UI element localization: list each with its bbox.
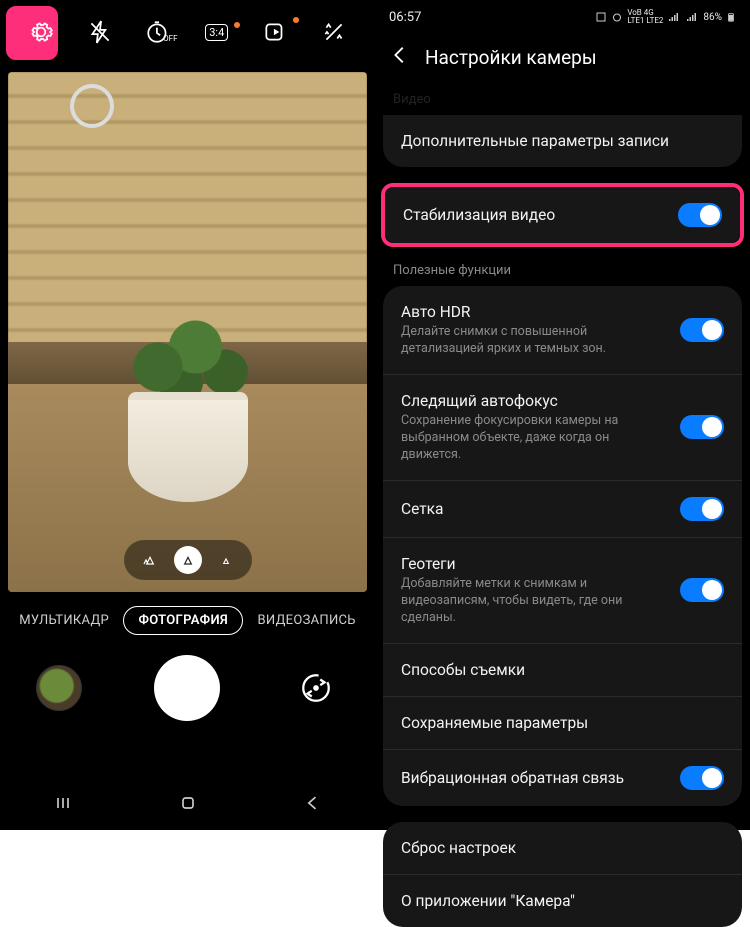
indicator-dot-icon [293,17,299,23]
tree-wide-icon [142,552,158,568]
motion-photo-icon [262,19,288,45]
zoom-standard-button[interactable] [174,546,202,574]
nav-home-button[interactable] [178,793,198,817]
section-useful-label: Полезные функции [375,259,750,286]
row-stabilization[interactable]: Стабилизация видео [385,187,740,243]
zoom-tele-button[interactable] [212,546,240,574]
scene-pot [128,392,248,502]
row-label: Авто HDR [401,302,668,322]
toggle-geotags[interactable] [680,578,724,602]
tree-small-icon [219,553,233,567]
shutter-button[interactable] [154,655,220,721]
zoom-ultrawide-button[interactable] [136,546,164,574]
status-bar: 06:57 VoB 4GLTE1 LTE2 86% [375,0,750,30]
aspect-ratio-button[interactable]: 3:4 [188,24,247,41]
signal-icon [685,11,699,23]
nav-back-button[interactable] [303,793,323,817]
ratio-label: 3:4 [205,24,228,41]
back-icon [303,793,323,813]
camera-settings-screen: 06:57 VoB 4GLTE1 LTE2 86% Настройки каме… [375,0,750,830]
gear-icon [28,19,54,45]
page-title: Настройки камеры [425,46,597,69]
row-label: О приложении "Камера" [401,891,724,911]
row-label: Дополнительные параметры записи [401,131,724,151]
row-label: Сохраняемые параметры [401,713,724,733]
row-label: Следящий автофокус [401,391,668,411]
gallery-thumbnail[interactable] [36,665,82,711]
mode-selector: МУЛЬТИКАДР ФОТОГРАФИЯ ВИДЕОЗАПИСЬ [0,606,375,635]
chevron-left-icon [389,44,411,66]
android-navbar [0,786,375,824]
row-sub: Добавляйте метки к снимкам и видеозапися… [401,576,668,627]
row-shooting-methods[interactable]: Способы съемки [383,643,742,696]
toggle-auto-hdr[interactable] [680,318,724,342]
zoom-selector [124,540,252,580]
battery-icon [726,10,736,24]
settings-button[interactable] [12,19,71,45]
row-sub: Делайте снимки с повышенной детализацией… [401,324,668,358]
stabilization-highlight: Стабилизация видео [381,183,744,247]
nav-recents-button[interactable] [53,793,73,817]
mode-multiframe[interactable]: МУЛЬТИКАДР [11,607,117,634]
row-label: Сетка [401,499,668,519]
row-auto-hdr[interactable]: Авто HDR Делайте снимки с повышенной дет… [383,286,742,374]
row-label: Сброс настроек [401,838,724,858]
mode-photo[interactable]: ФОТОГРАФИЯ [123,606,243,635]
toggle-haptic[interactable] [680,766,724,790]
home-icon [178,793,198,813]
row-about[interactable]: О приложении "Камера" [383,874,742,927]
mode-video[interactable]: ВИДЕОЗАПИСЬ [249,607,363,634]
timer-off-label: OFF [163,34,177,43]
shutter-row [0,655,375,721]
indicator-dot-icon [234,22,240,28]
row-label: Способы съемки [401,660,724,680]
magic-icon [321,19,347,45]
row-haptic[interactable]: Вибрационная обратная связь [383,749,742,806]
status-icons: VoB 4GLTE1 LTE2 86% [595,9,736,25]
alarm-icon [611,11,623,23]
toggle-stabilization[interactable] [678,203,722,227]
switch-camera-button[interactable] [293,665,339,711]
row-geotags[interactable]: Геотеги Добавляйте метки к снимкам и вид… [383,537,742,643]
effects-button[interactable] [305,19,364,45]
notification-icon [595,11,607,23]
settings-header: Настройки камеры [375,30,750,88]
motion-photo-button[interactable] [246,19,305,45]
timer-button[interactable]: OFF [129,19,188,45]
row-tracking-af[interactable]: Следящий автофокус Сохранение фокусировк… [383,374,742,480]
group-video: Дополнительные параметры записи [383,115,742,167]
row-saved-params[interactable]: Сохраняемые параметры [383,696,742,749]
tree-icon [180,552,196,568]
row-grid[interactable]: Сетка [383,480,742,537]
signal-icon [667,11,681,23]
row-label: Стабилизация видео [403,205,666,225]
back-button[interactable] [389,44,411,70]
recents-icon [53,793,73,813]
group-useful: Авто HDR Делайте снимки с повышенной дет… [383,286,742,806]
toggle-grid[interactable] [680,497,724,521]
battery-percent: 86% [703,12,722,23]
row-advanced-recording[interactable]: Дополнительные параметры записи [383,115,742,167]
toggle-tracking-af[interactable] [680,415,724,439]
section-video-label: Видео [375,88,750,115]
status-time: 06:57 [389,10,421,25]
flash-button[interactable] [71,19,130,45]
flash-off-icon [87,19,113,45]
focus-indicator-icon [70,84,114,128]
row-sub: Сохранение фокусировки камеры на выбранн… [401,413,668,464]
row-label: Геотеги [401,554,668,574]
camera-app-screen: OFF 3:4 [0,0,375,830]
camera-viewfinder[interactable] [8,72,367,592]
group-system: Сброс настроек О приложении "Камера" [383,822,742,927]
camera-flip-icon [299,671,333,705]
row-label: Вибрационная обратная связь [401,768,668,788]
